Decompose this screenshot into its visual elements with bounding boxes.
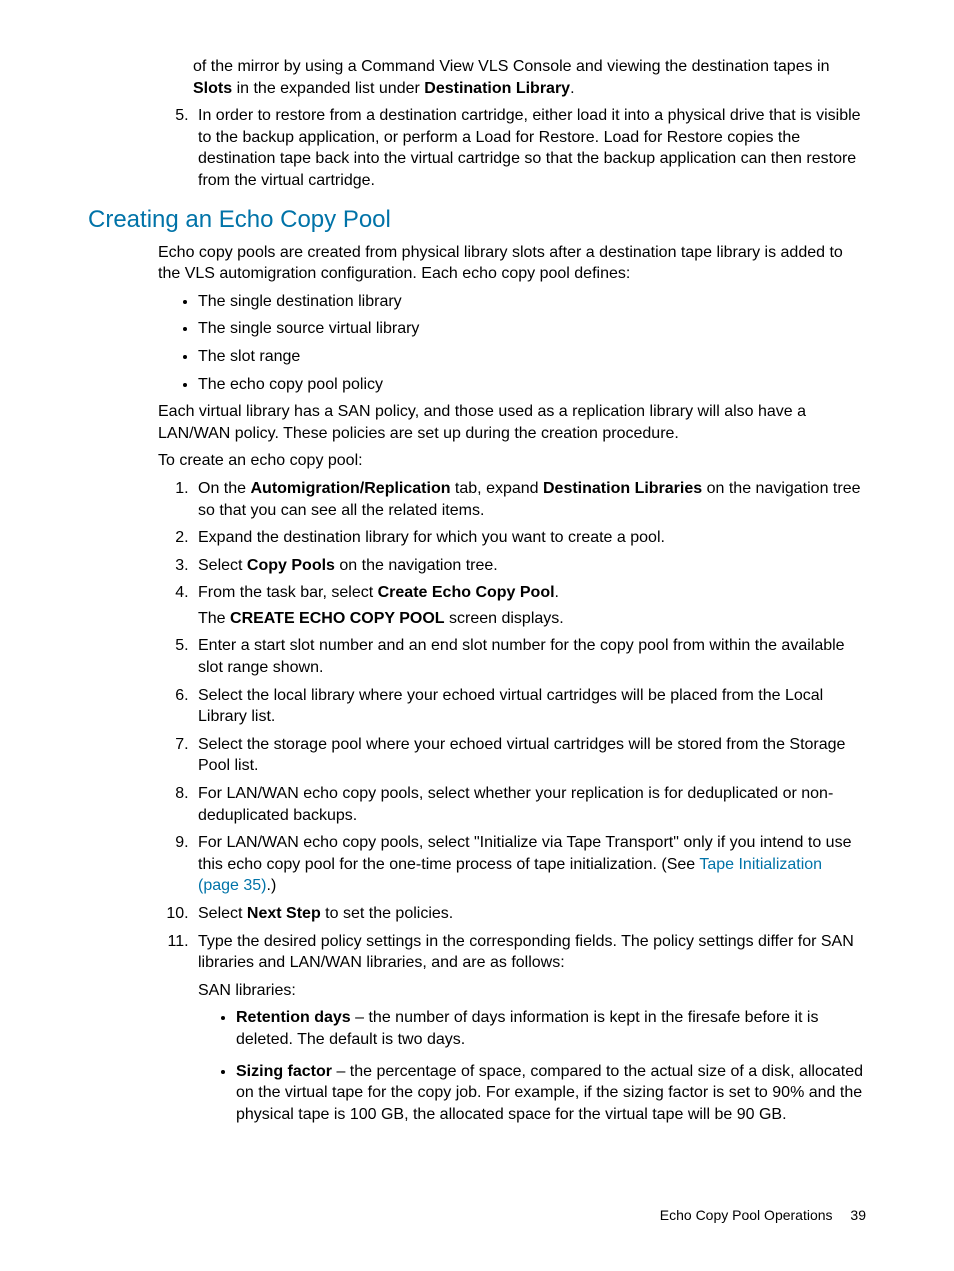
step-item: From the task bar, select Create Echo Co… bbox=[193, 582, 866, 629]
bullet-item: The single source virtual library bbox=[198, 318, 866, 340]
bold-term: Retention days bbox=[236, 1009, 351, 1026]
text: on the navigation tree. bbox=[335, 557, 498, 574]
text: tab, expand bbox=[450, 480, 543, 497]
bullet-item: Sizing factor – the percentage of space,… bbox=[236, 1061, 866, 1126]
text: of the mirror by using a Command View VL… bbox=[193, 58, 830, 75]
bold-term: Automigration/Replication bbox=[250, 480, 450, 497]
policy-bullets: Retention days – the number of days info… bbox=[218, 1007, 866, 1125]
text: to set the policies. bbox=[321, 905, 454, 922]
bullet-item: The slot range bbox=[198, 346, 866, 368]
text: The bbox=[198, 610, 230, 627]
procedure-steps: On the Automigration/Replication tab, ex… bbox=[158, 478, 866, 1125]
text: . bbox=[570, 80, 574, 97]
section-heading: Creating an Echo Copy Pool bbox=[88, 206, 866, 234]
bold-term: Slots bbox=[193, 80, 232, 97]
step-item: For LAN/WAN echo copy pools, select whet… bbox=[193, 783, 866, 826]
bold-term: Copy Pools bbox=[247, 557, 335, 574]
step-item: Select the local library where your echo… bbox=[193, 685, 866, 728]
step-item: Select Copy Pools on the navigation tree… bbox=[193, 555, 866, 577]
lead-in-paragraph: To create an echo copy pool: bbox=[158, 450, 866, 472]
bullet-item: The single destination library bbox=[198, 291, 866, 313]
footer-section-title: Echo Copy Pool Operations bbox=[660, 1207, 833, 1223]
text: Type the desired policy settings in the … bbox=[198, 933, 854, 972]
continuation-paragraph: of the mirror by using a Command View VL… bbox=[193, 56, 866, 99]
bold-term: Next Step bbox=[247, 905, 321, 922]
text: From the task bar, select bbox=[198, 584, 378, 601]
step-item: In order to restore from a destination c… bbox=[193, 105, 866, 191]
continued-steps-list: In order to restore from a destination c… bbox=[158, 105, 866, 191]
bold-term: Destination Libraries bbox=[543, 480, 702, 497]
text: . bbox=[555, 584, 559, 601]
bold-term: Create Echo Copy Pool bbox=[378, 584, 555, 601]
text: On the bbox=[198, 480, 250, 497]
text: Select bbox=[198, 905, 247, 922]
text: screen displays. bbox=[445, 610, 564, 627]
text: .) bbox=[267, 877, 277, 894]
intro-paragraph: Echo copy pools are created from physica… bbox=[158, 242, 866, 285]
step-item: Type the desired policy settings in the … bbox=[193, 931, 866, 1126]
policy-paragraph: Each virtual library has a SAN policy, a… bbox=[158, 401, 866, 444]
step-item: Select Next Step to set the policies. bbox=[193, 903, 866, 925]
bullet-item: The echo copy pool policy bbox=[198, 374, 866, 396]
bold-term: Sizing factor bbox=[236, 1063, 332, 1080]
bold-term: Destination Library bbox=[424, 80, 570, 97]
step-item: Select the storage pool where your echoe… bbox=[193, 734, 866, 777]
page-number: 39 bbox=[850, 1207, 866, 1223]
text: Select bbox=[198, 557, 247, 574]
bullet-item: Retention days – the number of days info… bbox=[236, 1007, 866, 1050]
page-footer: Echo Copy Pool Operations 39 bbox=[660, 1207, 866, 1223]
step-item: For LAN/WAN echo copy pools, select "Ini… bbox=[193, 832, 866, 897]
step-item: On the Automigration/Replication tab, ex… bbox=[193, 478, 866, 521]
definition-bullets: The single destination library The singl… bbox=[178, 291, 866, 395]
step-subtext: The CREATE ECHO COPY POOL screen display… bbox=[198, 608, 866, 630]
step-subtext: SAN libraries: bbox=[198, 980, 866, 1002]
step-item: Enter a start slot number and an end slo… bbox=[193, 635, 866, 678]
bold-term: CREATE ECHO COPY POOL bbox=[230, 610, 445, 627]
text: in the expanded list under bbox=[232, 80, 424, 97]
step-item: Expand the destination library for which… bbox=[193, 527, 866, 549]
